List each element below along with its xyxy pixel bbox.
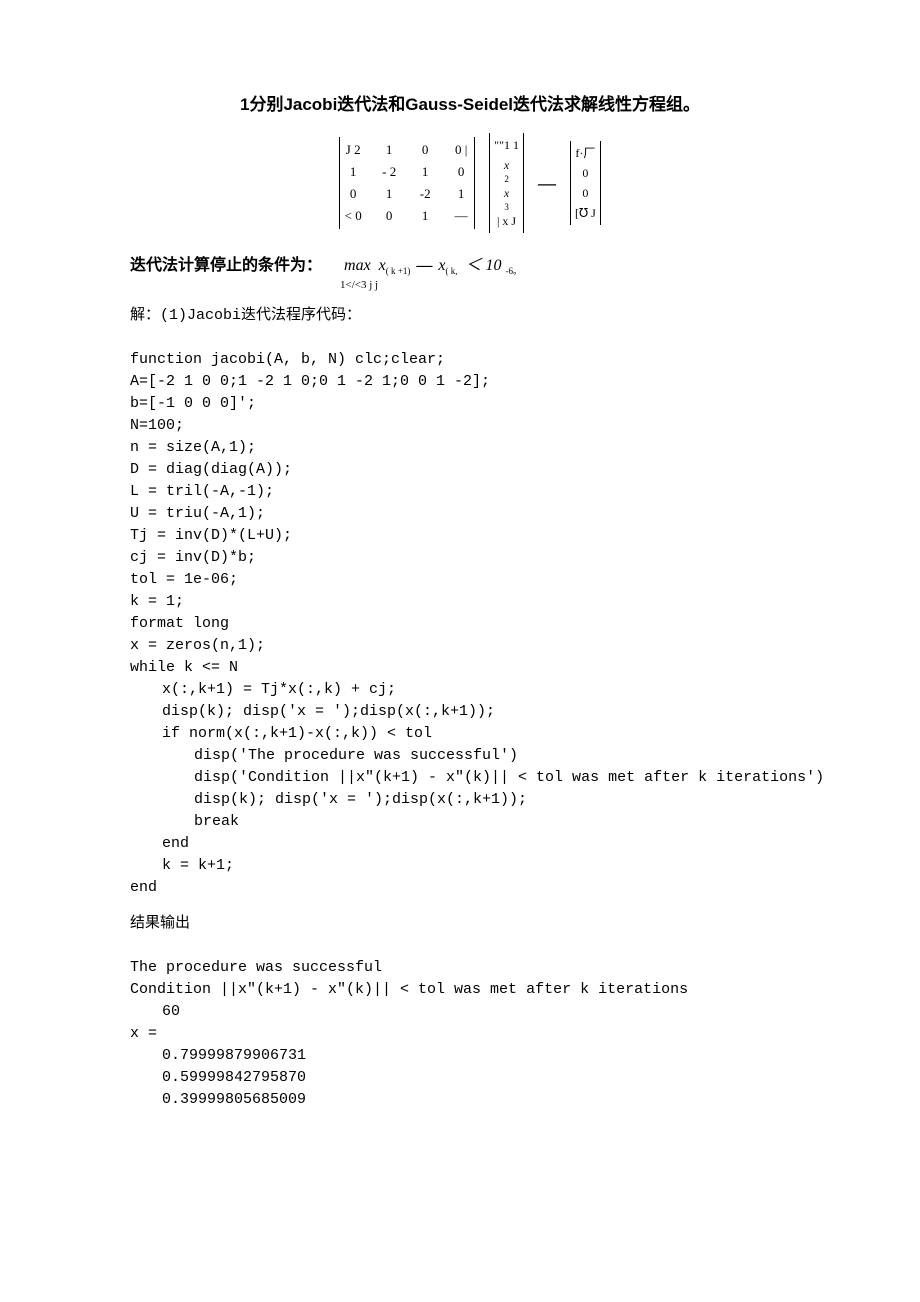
code-line: end — [130, 835, 189, 852]
matrix-a: J 2 1 0 0 | 1 - 2 1 0 0 1 -2 1 < 0 0 1 — [339, 137, 475, 229]
matrix-cell: 0 — [344, 183, 362, 205]
code-line: D = diag(diag(A)); — [130, 461, 292, 478]
output-line: 60 — [130, 1003, 180, 1020]
condition-subscript: 1</<3 j j — [340, 279, 810, 291]
output-block: The procedure was successful Condition |… — [130, 935, 810, 1111]
condition-max: max — [344, 257, 371, 274]
condition-sub2: ( k, — [445, 266, 457, 276]
result-label: 结果输出 — [130, 913, 810, 935]
page-title: 1分别Jacobi迭代法和Gauss-Seidel迭代法求解线性方程组。 — [130, 90, 810, 115]
vector-cell: 0 — [575, 183, 596, 203]
vector-cell: ""1 1 — [494, 135, 519, 155]
vector-cell: x — [494, 183, 519, 203]
code-line: x = zeros(n,1); — [130, 637, 265, 654]
matrix-cell: — — [452, 205, 470, 227]
code-line: A=[-2 1 0 0;1 -2 1 0;0 1 -2 1;0 0 1 -2]; — [130, 373, 490, 390]
condition-x1: x — [379, 257, 386, 274]
code-line: while k <= N — [130, 659, 238, 676]
code-line: function jacobi(A, b, N) clc;clear; — [130, 351, 445, 368]
section-label: 解：(1)Jacobi迭代法程序代码： — [130, 305, 810, 327]
output-line: 0.79999879906731 — [130, 1047, 306, 1064]
code-line: disp('Condition ||x"(k+1) - x"(k)|| < to… — [130, 769, 824, 786]
vector-cell: 2 — [494, 175, 519, 183]
condition-lt: ＜ 10 — [465, 257, 501, 274]
matrix-cell: 0 — [416, 139, 434, 161]
vector-b: f·厂 0 0 [℧ J — [570, 141, 601, 225]
matrix-cell: - 2 — [380, 161, 398, 183]
code-line: N=100; — [130, 417, 184, 434]
matrix-cell: J 2 — [344, 139, 362, 161]
code-line: disp(k); disp('x = ');disp(x(:,k+1)); — [130, 703, 495, 720]
vector-cell: 3 — [494, 203, 519, 211]
code-line: k = 1; — [130, 593, 184, 610]
code-line: format long — [130, 615, 229, 632]
matrix-cell: 1 — [452, 183, 470, 205]
code-line: n = size(A,1); — [130, 439, 256, 456]
output-line: x = — [130, 1025, 157, 1042]
matrix-cell: -2 — [416, 183, 434, 205]
output-line: Condition ||x"(k+1) - x"(k)|| < tol was … — [130, 981, 688, 998]
code-line: disp(k); disp('x = ');disp(x(:,k+1)); — [130, 791, 527, 808]
matrix-cell: 0 | — [452, 139, 470, 161]
stopping-condition: 迭代法计算停止的条件为： max x( k +1) — x( k, ＜ 10 -… — [130, 251, 810, 277]
code-line: tol = 1e-06; — [130, 571, 238, 588]
equals-sign: — — [538, 173, 556, 194]
vector-cell: 0 — [575, 163, 596, 183]
code-line: k = k+1; — [130, 857, 234, 874]
code-line: cj = inv(D)*b; — [130, 549, 256, 566]
code-line: b=[-1 0 0 0]'; — [130, 395, 256, 412]
matrix-cell: 1 — [380, 139, 398, 161]
code-block: function jacobi(A, b, N) clc;clear; A=[-… — [130, 327, 810, 899]
vector-cell: f·厂 — [575, 143, 596, 163]
code-line: Tj = inv(D)*(L+U); — [130, 527, 292, 544]
matrix-cell: 1 — [344, 161, 362, 183]
condition-dash: — — [414, 257, 434, 274]
vector-cell: x — [494, 155, 519, 175]
equation-block: J 2 1 0 0 | 1 - 2 1 0 0 1 -2 1 < 0 0 1 — [130, 133, 810, 233]
matrix-cell: 1 — [416, 205, 434, 227]
matrix-cell: 1 — [416, 161, 434, 183]
code-line: L = tril(-A,-1); — [130, 483, 274, 500]
code-line: U = triu(-A,1); — [130, 505, 265, 522]
condition-sub1: ( k +1) — [386, 266, 411, 276]
code-line: x(:,k+1) = Tj*x(:,k) + cj; — [130, 681, 396, 698]
matrix-cell: 1 — [380, 183, 398, 205]
matrix-cell: < 0 — [344, 205, 362, 227]
matrix-cell: 0 — [380, 205, 398, 227]
vector-cell: [℧ J — [575, 203, 596, 223]
vector-x: ""1 1 x 2 x 3 | x J — [489, 133, 524, 233]
code-line: disp('The procedure was successful') — [130, 747, 518, 764]
condition-neg6: -6。 — [505, 266, 522, 276]
code-line: if norm(x(:,k+1)-x(:,k)) < tol — [130, 725, 432, 742]
condition-label: 迭代法计算停止的条件为： — [130, 257, 322, 274]
output-line: The procedure was successful — [130, 959, 382, 976]
document-page: 1分别Jacobi迭代法和Gauss-Seidel迭代法求解线性方程组。 J 2… — [0, 0, 920, 1171]
output-line: 0.59999842795870 — [130, 1069, 306, 1086]
output-line: 0.39999805685009 — [130, 1091, 306, 1108]
vector-cell: | x J — [494, 211, 519, 231]
code-line: break — [130, 813, 239, 830]
code-line: end — [130, 879, 157, 896]
matrix-cell: 0 — [452, 161, 470, 183]
